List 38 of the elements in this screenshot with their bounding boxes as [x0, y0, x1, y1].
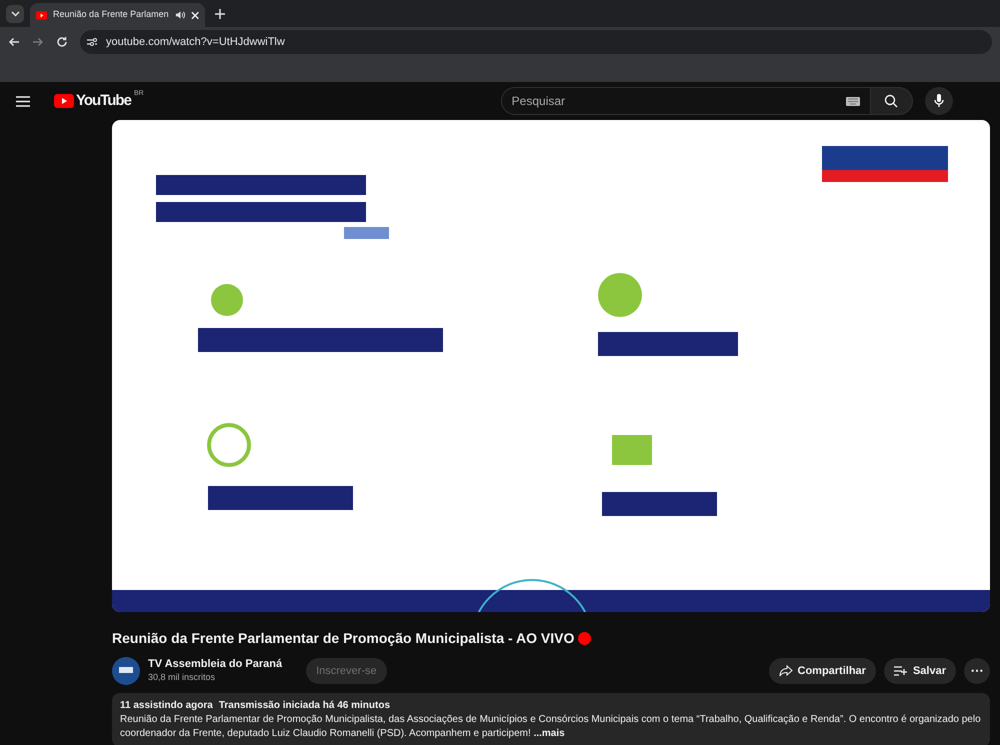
more-actions-button[interactable]: ⋯	[964, 658, 990, 684]
add-to-playlist-icon	[894, 666, 908, 676]
youtube-favicon-icon	[36, 10, 48, 20]
description-text: Reunião da Frente Parlamentar de Promoção Municipalista, das Associações de Municípios e Consórcios Municipais com o tema “Trabalho, Qualificação e Renda”. O encontro é organizado pelo coordenador da Frente, deputado Luiz Claudio Romanelli (PSD). Acompanhem e participem! ...mais	[120, 713, 982, 741]
save-button[interactable]: Salvar	[884, 658, 956, 684]
channel-avatar[interactable]	[112, 657, 140, 685]
back-icon[interactable]	[8, 37, 20, 47]
reload-icon[interactable]	[56, 36, 68, 48]
search-field[interactable]: Pesquisar	[500, 87, 871, 115]
close-icon[interactable]	[190, 10, 199, 20]
channel-name[interactable]: TV Assembleia do Paraná	[148, 658, 282, 671]
microphone-icon	[934, 94, 944, 108]
subscriber-count: 30,8 mil inscritos	[148, 671, 216, 684]
search-icon	[884, 94, 898, 108]
search-placeholder: Pesquisar	[512, 93, 566, 110]
tab-title: Reunião da Frente Parlamen	[53, 8, 169, 22]
new-tab-icon[interactable]	[215, 9, 225, 19]
stream-start-time: Transmissão iniciada há 46 minutos	[218, 699, 390, 713]
tab-list-button[interactable]	[6, 5, 24, 23]
keyboard-icon[interactable]	[846, 96, 860, 106]
url-text: youtube.com/watch?v=UtHJdwwiTlw	[106, 34, 285, 50]
show-more-link[interactable]: ...mais	[534, 728, 565, 739]
menu-icon[interactable]	[16, 96, 30, 106]
search-button[interactable]	[870, 87, 913, 115]
speaker-icon[interactable]	[174, 10, 185, 20]
logo-wordmark: YouTube	[76, 94, 131, 108]
browser-tab[interactable]: Reunião da Frente Parlamen	[30, 3, 205, 27]
forward-icon[interactable]	[32, 37, 44, 47]
share-icon	[778, 665, 792, 677]
share-button[interactable]: Compartilhar	[768, 658, 876, 684]
viewer-count: 11 assistindo agora	[120, 699, 213, 713]
voice-search-button[interactable]	[924, 87, 953, 115]
site-settings-icon[interactable]	[86, 37, 98, 47]
address-bar[interactable]: youtube.com/watch?v=UtHJdwwiTlw	[80, 30, 992, 54]
description-panel[interactable]	[112, 693, 990, 745]
play-logo-icon	[54, 94, 74, 108]
video-title: Reunião da Frente Parlamentar de Promoção Municipalista - AO VIVO	[112, 629, 574, 648]
chevron-down-icon	[10, 11, 20, 17]
